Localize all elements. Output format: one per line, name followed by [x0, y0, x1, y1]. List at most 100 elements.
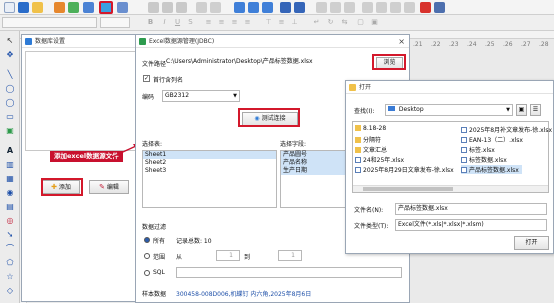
arrange-icon[interactable]	[344, 2, 355, 13]
zoom-in-icon[interactable]	[234, 2, 245, 13]
range-to-input[interactable]: 1	[278, 250, 302, 261]
close-icon[interactable]: ×	[398, 35, 405, 48]
color-icon[interactable]: ◎	[4, 215, 16, 227]
grid-icon[interactable]	[83, 2, 94, 13]
format-icon[interactable]	[316, 2, 327, 13]
align-grid-icon[interactable]	[280, 2, 291, 13]
star-icon[interactable]: ☆	[4, 271, 16, 283]
valign-bottom-icon[interactable]: ⊥	[290, 18, 299, 27]
text-icon[interactable]: A	[4, 145, 16, 157]
flip-icon[interactable]: ⇆	[340, 18, 349, 27]
rotate-icon[interactable]: ↻	[326, 18, 335, 27]
data-source-list[interactable]	[25, 51, 137, 151]
layout-icon[interactable]	[294, 2, 305, 13]
layers-icon[interactable]	[330, 2, 341, 13]
list-item-selected[interactable]: 产品标签数据.xlsx	[461, 165, 522, 174]
file-path-field[interactable]: C:\Users\Administrator\Desktop\产品标签数据.xl…	[164, 57, 364, 69]
nav-up-icon[interactable]: ▣	[516, 104, 527, 116]
ungroup-icon[interactable]	[390, 2, 401, 13]
redo-icon[interactable]	[210, 2, 221, 13]
horizontal-scrollbar[interactable]	[353, 185, 548, 192]
list-item[interactable]: 标签.xlsx	[461, 145, 495, 154]
file-type-select[interactable]: Excel文件(*.xls|*.xlsx|*.xlsm)	[395, 219, 547, 231]
header-row-checkbox[interactable]: ✓	[143, 75, 150, 82]
range-from-input[interactable]: 1	[216, 250, 240, 261]
view-menu-icon[interactable]: ☰	[530, 104, 541, 116]
export-icon[interactable]	[434, 2, 445, 13]
list-item[interactable]: 2025年8月29日文章发布-徐.xlsx	[355, 165, 454, 174]
circle-icon[interactable]: ◯	[4, 97, 16, 109]
bold-icon[interactable]: B	[146, 18, 155, 27]
table-icon[interactable]: ▤	[4, 201, 16, 213]
ruler-tick: .22	[431, 41, 441, 48]
look-in-select[interactable]: Desktop ▼	[385, 104, 513, 116]
list-item[interactable]: 2025年8月补文章发布-徐.xlsx	[461, 125, 552, 134]
list-item[interactable]: EAN-13（二）.xlsx	[461, 135, 523, 144]
polygon-icon[interactable]: ⬠	[4, 257, 16, 269]
list-item[interactable]: Sheet2	[143, 159, 276, 167]
refresh-icon[interactable]	[68, 2, 79, 13]
curve-icon[interactable]: ⌒	[4, 243, 16, 255]
paste-icon[interactable]	[176, 2, 187, 13]
ellipse-icon[interactable]: ◯	[4, 83, 16, 95]
encoding-select[interactable]: GB2312 ▼	[162, 90, 240, 102]
font-size-select[interactable]	[100, 17, 130, 28]
database-icon	[25, 38, 32, 45]
underline-icon[interactable]: U	[173, 18, 182, 27]
list-item[interactable]: 分隔符	[355, 135, 381, 144]
open-button[interactable]: 打开	[514, 236, 549, 250]
sql-radio[interactable]	[144, 270, 150, 276]
scrollbar-thumb[interactable]	[363, 187, 453, 191]
align-right-icon[interactable]: ≡	[230, 18, 239, 27]
new-icon[interactable]	[4, 2, 15, 13]
barcode-icon[interactable]: ▥	[4, 159, 16, 171]
image-icon[interactable]: ▣	[4, 125, 16, 137]
misc-tool-icon[interactable]: ◇	[4, 285, 16, 297]
rectangle-icon[interactable]: ▭	[4, 111, 16, 123]
align-center-icon[interactable]: ≡	[217, 18, 226, 27]
align-left-icon[interactable]: ≡	[204, 18, 213, 27]
italic-icon[interactable]: I	[160, 18, 169, 27]
pan-icon[interactable]: ✥	[4, 49, 16, 61]
valign-middle-icon[interactable]: ≡	[277, 18, 286, 27]
print-icon[interactable]	[117, 2, 128, 13]
qrcode-icon[interactable]: ▦	[4, 173, 16, 185]
pdf-icon[interactable]	[420, 2, 431, 13]
list-item[interactable]: Sheet1	[143, 151, 276, 159]
database-icon[interactable]	[99, 1, 113, 14]
undo-icon[interactable]	[196, 2, 207, 13]
distribute-icon[interactable]	[404, 2, 415, 13]
list-item[interactable]: 8.18-28	[355, 125, 386, 132]
copy-icon[interactable]	[162, 2, 173, 13]
list-item[interactable]: Sheet3	[143, 167, 276, 175]
justify-icon[interactable]: ≡	[243, 18, 252, 27]
list-item[interactable]: 24和25年.xlsx	[355, 155, 404, 164]
border-icon[interactable]: ▢	[356, 18, 365, 27]
lock-icon[interactable]	[362, 2, 373, 13]
line-icon[interactable]: ╲	[4, 69, 16, 81]
arrow-icon[interactable]: ➘	[4, 229, 16, 241]
pointer-icon[interactable]: ↖	[4, 35, 16, 47]
zoom-fit-icon[interactable]	[262, 2, 273, 13]
list-item[interactable]: 文章汇总	[355, 145, 387, 154]
valign-top-icon[interactable]: ⊤	[264, 18, 273, 27]
file-list[interactable]: 8.18-28 分隔符 文章汇总 24和25年.xlsx 2025年8月29日文…	[352, 121, 552, 193]
settings-icon[interactable]	[54, 2, 65, 13]
list-item[interactable]: 标签数据.xlsx	[461, 155, 507, 164]
table-list[interactable]: Sheet1 Sheet2 Sheet3	[142, 150, 277, 208]
sql-input[interactable]	[176, 267, 402, 278]
shape-icon[interactable]: ◉	[4, 187, 16, 199]
group-icon[interactable]	[376, 2, 387, 13]
all-radio[interactable]	[144, 237, 150, 243]
range-radio[interactable]	[144, 253, 150, 259]
fill-icon[interactable]: ▣	[370, 18, 379, 27]
folder-icon[interactable]	[32, 2, 43, 13]
zoom-out-icon[interactable]	[248, 2, 259, 13]
text-wrap-icon[interactable]: ↵	[312, 18, 321, 27]
edit-button[interactable]: ✎ 编辑	[89, 180, 129, 194]
cut-icon[interactable]	[148, 2, 159, 13]
file-name-input[interactable]: 产品标签数据.xlsx	[395, 203, 547, 215]
strikethrough-icon[interactable]: S	[186, 18, 195, 27]
save-icon[interactable]	[18, 2, 29, 13]
font-family-select[interactable]	[2, 17, 97, 28]
